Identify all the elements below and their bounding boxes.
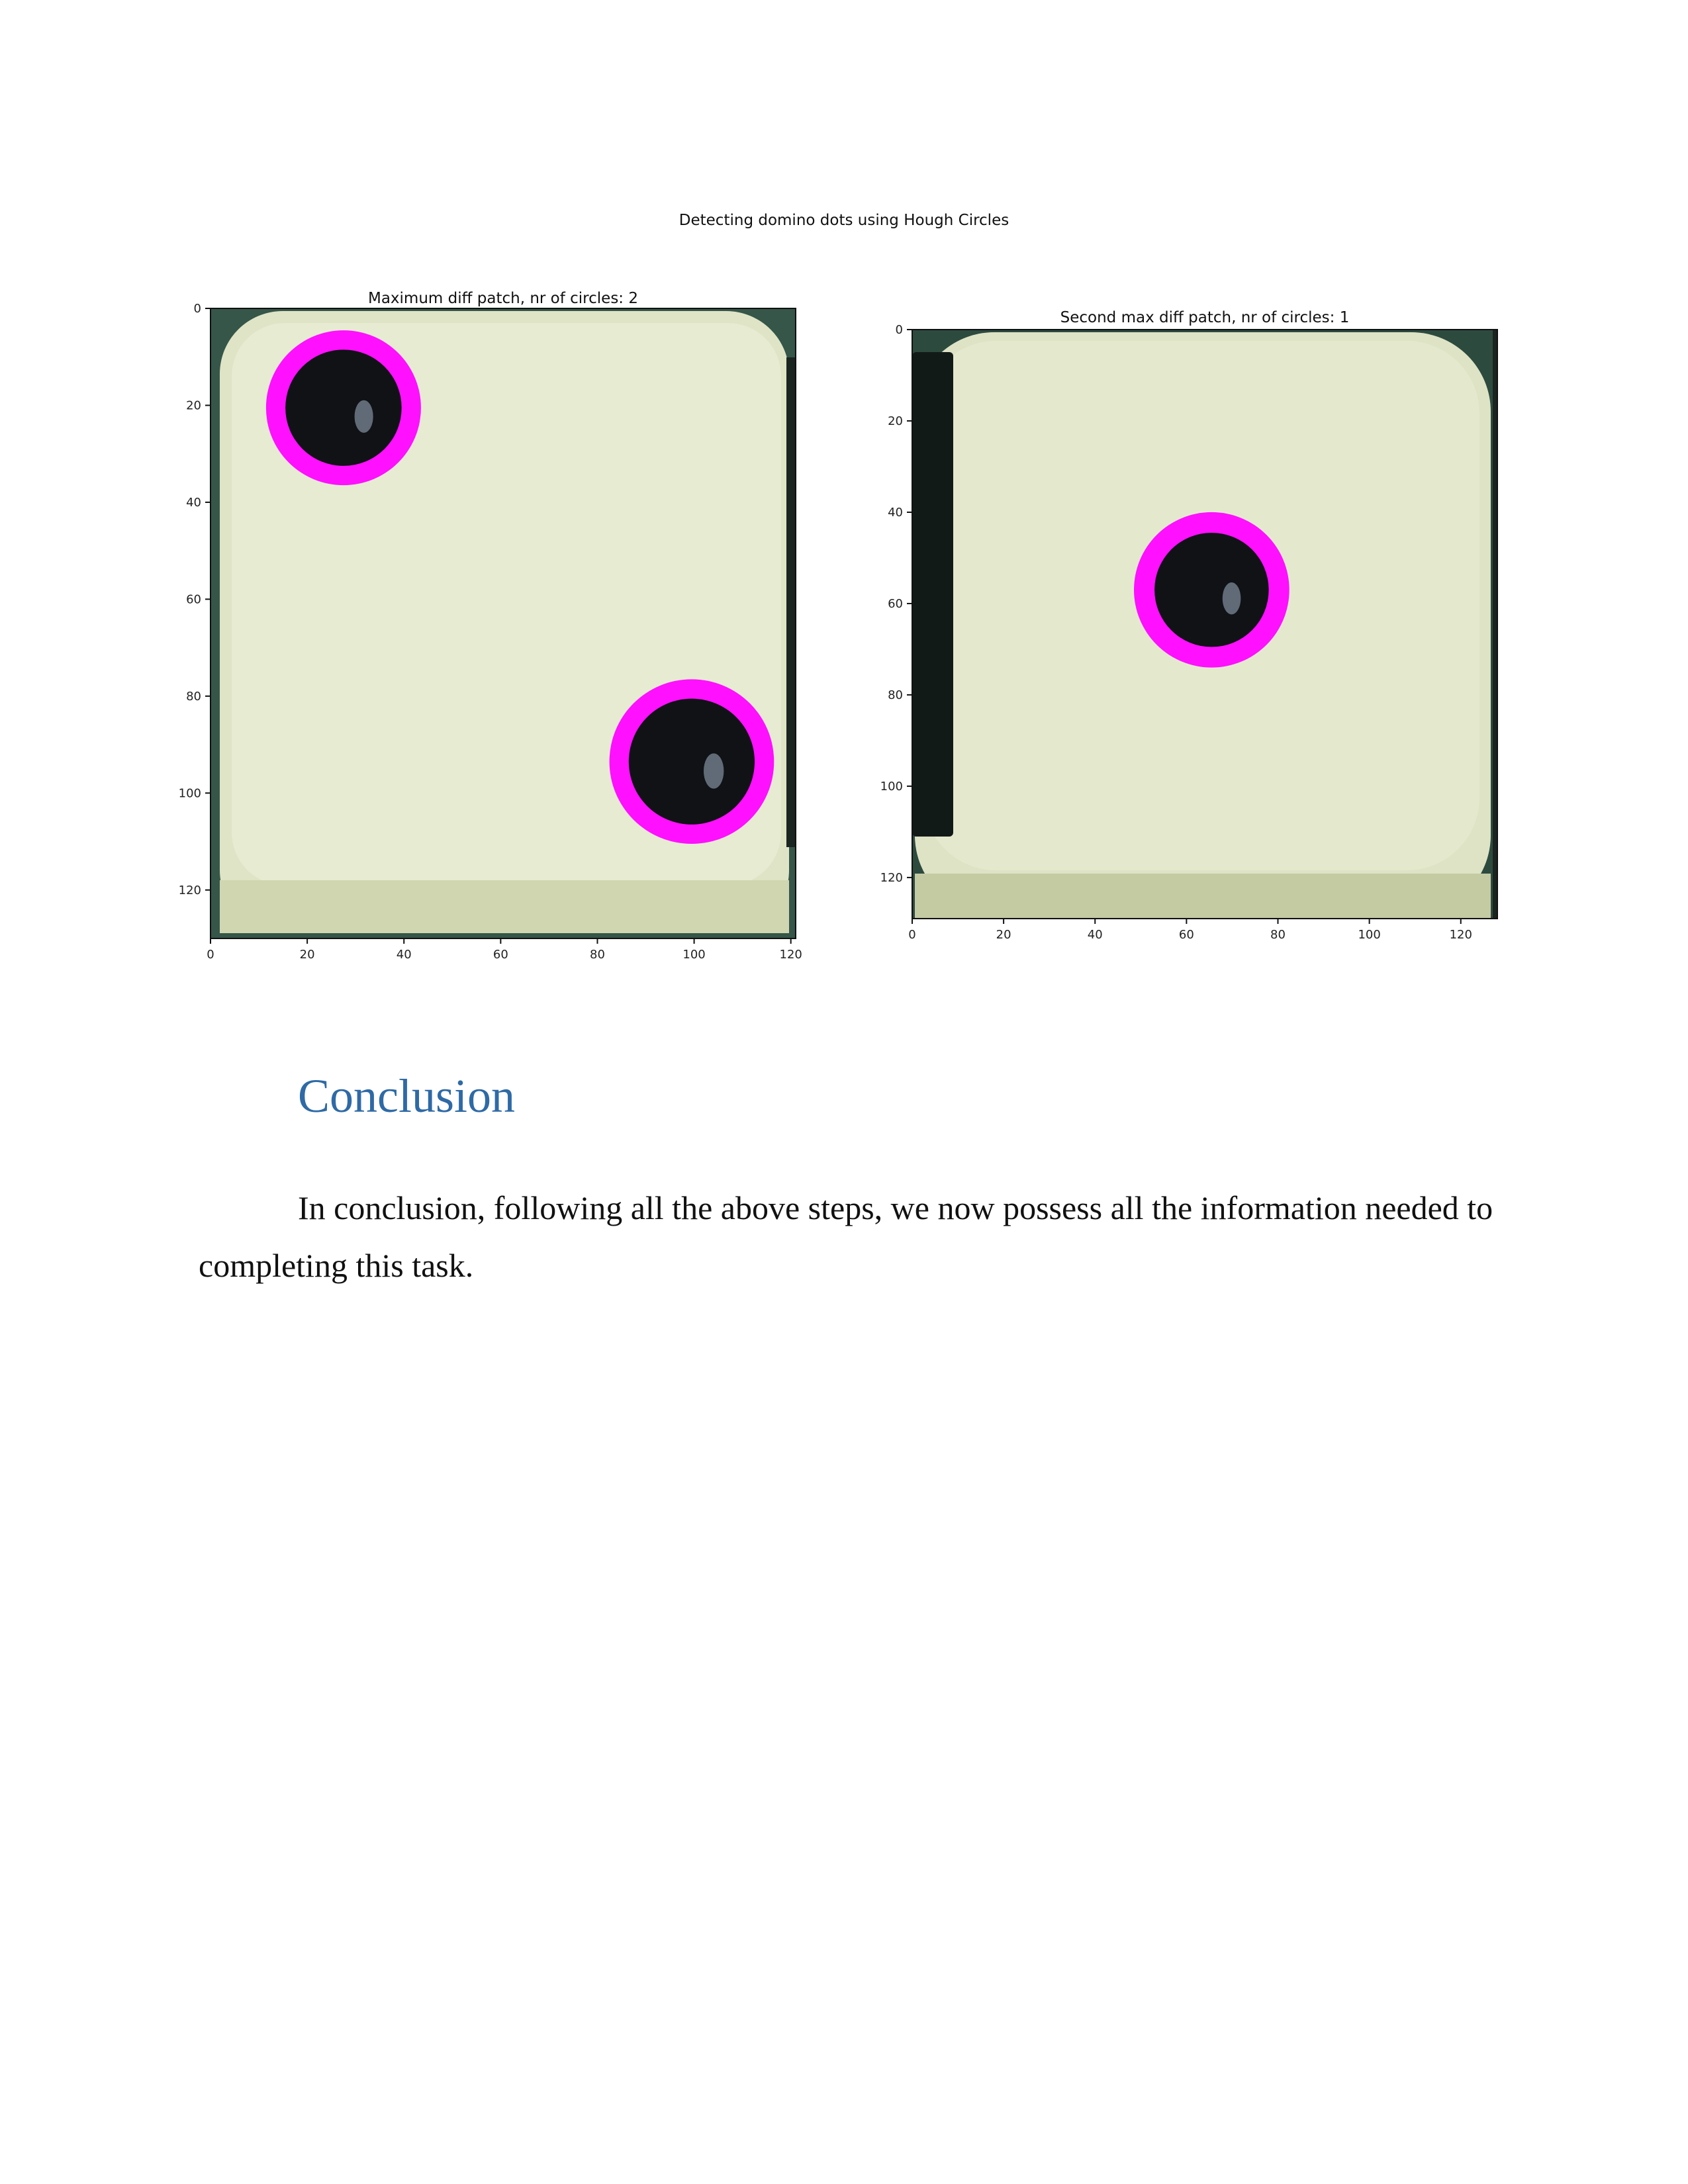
domino-pip-second-max-diff-0	[1154, 532, 1269, 647]
x-tick-label-max-diff-6: 120	[780, 948, 802, 962]
x-tick-label-second-max-diff-5: 100	[1358, 928, 1380, 942]
x-tick-label-second-max-diff-3: 60	[1179, 928, 1194, 942]
y-tick-label-max-diff-5: 100	[179, 786, 201, 800]
pip-highlight-max-diff-1	[703, 753, 724, 789]
x-tick-label-max-diff-0: 0	[207, 948, 214, 962]
pip-highlight-second-max-diff-0	[1222, 582, 1241, 615]
panel-max-diff-title: Maximum diff patch, nr of circles: 2	[368, 290, 638, 307]
pip-highlight-max-diff-0	[354, 400, 373, 433]
x-tick-label-second-max-diff-4: 80	[1270, 928, 1286, 942]
x-tick-label-second-max-diff-1: 20	[996, 928, 1011, 942]
y-tick-label-max-diff-4: 80	[186, 690, 201, 704]
domino-pip-max-diff-1	[628, 698, 755, 825]
panel-max-diff: Maximum diff patch, nr of circles: 2 0 20…	[179, 290, 802, 962]
x-tick-label-second-max-diff-0: 0	[908, 928, 915, 942]
panel-second-max-diff-title: Second max diff patch, nr of circles: 1	[1060, 309, 1350, 326]
y-tick-label-second-max-diff-6: 120	[880, 871, 903, 885]
detected-circles-second-max-diff	[1134, 512, 1289, 668]
y-tick-label-second-max-diff-0: 0	[896, 323, 903, 337]
y-tick-label-max-diff-0: 0	[194, 302, 201, 316]
y-tick-label-max-diff-6: 120	[179, 884, 201, 897]
section-heading-conclusion: Conclusion	[298, 1069, 516, 1122]
x-tick-label-max-diff-4: 80	[590, 948, 605, 962]
y-tick-label-second-max-diff-3: 60	[888, 597, 903, 611]
y-tick-label-max-diff-3: 60	[186, 592, 201, 606]
x-tick-label-max-diff-5: 100	[682, 948, 705, 962]
panel-second-max-diff: Second max diff patch, nr of circles: 1 …	[880, 309, 1498, 942]
conclusion-paragraph: In conclusion, following all the above s…	[199, 1189, 1493, 1284]
x-tick-label-max-diff-3: 60	[493, 948, 508, 962]
y-tick-label-second-max-diff-5: 100	[880, 780, 903, 794]
y-tick-label-second-max-diff-1: 20	[888, 414, 903, 428]
x-tick-label-max-diff-2: 40	[397, 948, 412, 962]
figure-plots: Maximum diff patch, nr of circles: 2 0 20…	[179, 290, 1498, 962]
y-tick-label-second-max-diff-4: 80	[888, 688, 903, 702]
y-tick-label-max-diff-1: 20	[186, 398, 201, 412]
domino-pip-max-diff-0	[285, 349, 402, 466]
x-tick-label-second-max-diff-2: 40	[1088, 928, 1103, 942]
y-tick-label-second-max-diff-2: 40	[888, 506, 903, 520]
x-tick-label-second-max-diff-6: 120	[1450, 928, 1472, 942]
y-tick-label-max-diff-2: 40	[186, 496, 201, 510]
x-tick-label-max-diff-1: 20	[300, 948, 315, 962]
